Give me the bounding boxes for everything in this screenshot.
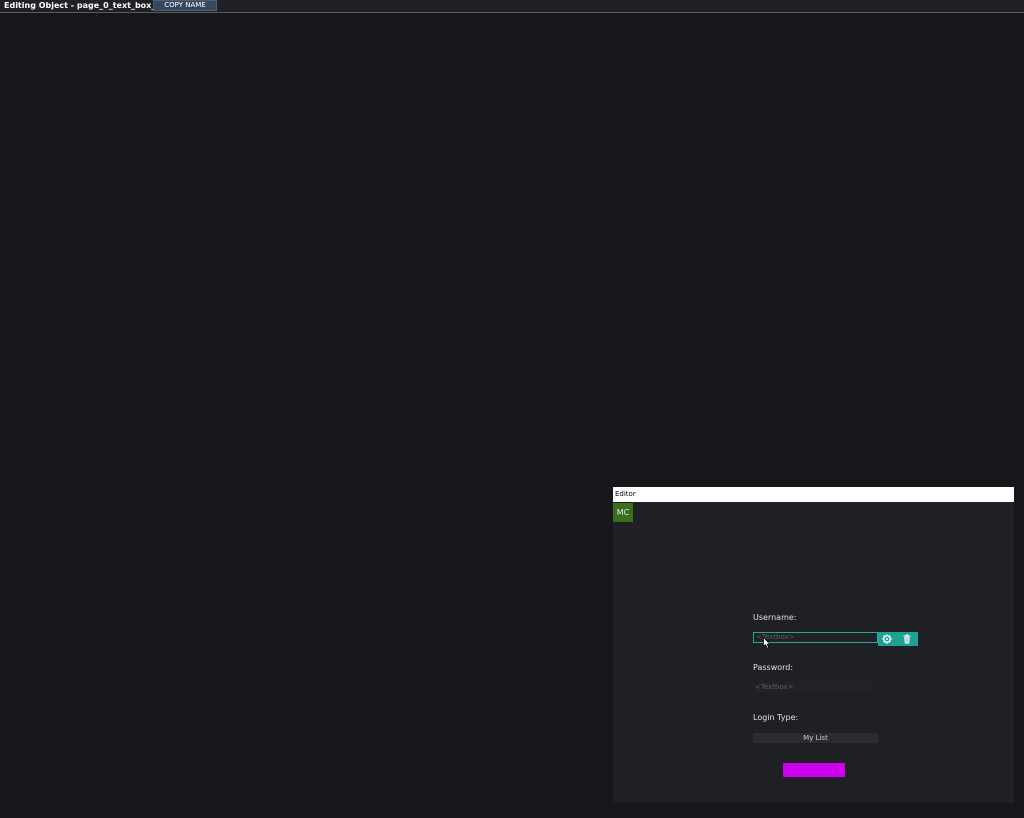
password-label: Password: (753, 663, 794, 672)
username-textbox[interactable]: <Textbox> (753, 632, 878, 643)
mc-badge[interactable]: MC (613, 503, 633, 522)
submit-button[interactable] (783, 763, 845, 777)
password-textbox[interactable]: <Textbox> (753, 682, 878, 693)
login-type-select[interactable]: My List (753, 733, 878, 743)
editing-object-title: Editing Object - page_0_text_box_0 (4, 1, 161, 10)
selection-toolbar (878, 632, 918, 646)
username-label: Username: (753, 613, 797, 622)
copy-name-button[interactable]: COPY NAME (153, 0, 217, 11)
gear-icon[interactable] (882, 634, 892, 644)
editor-header: Editor (613, 487, 1014, 502)
mouse-cursor-icon (763, 637, 771, 649)
top-bar: Editing Object - page_0_text_box_0 COPY … (0, 0, 1024, 13)
login-type-label: Login Type: (753, 713, 799, 722)
editor-title: Editor (615, 490, 636, 498)
editor-panel: Editor MC Username: <Textbox> Password: … (613, 487, 1014, 803)
trash-icon[interactable] (902, 634, 912, 644)
